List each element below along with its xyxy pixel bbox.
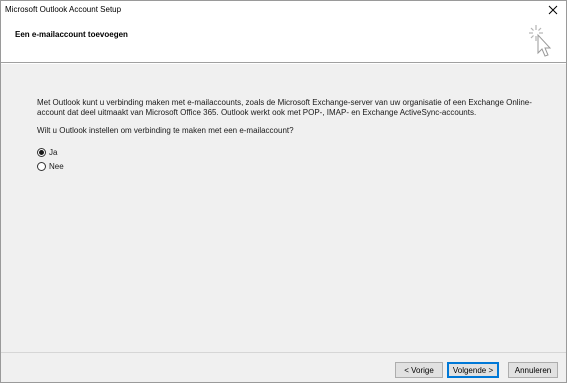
next-button[interactable]: Volgende > <box>447 362 499 378</box>
question-text: Wilt u Outlook instellen om verbinding t… <box>37 126 294 135</box>
cancel-button[interactable]: Annuleren <box>508 362 558 378</box>
close-button[interactable] <box>540 1 566 19</box>
account-setup-window: Microsoft Outlook Account Setup Een e-ma… <box>0 0 567 383</box>
title-bar: Microsoft Outlook Account Setup <box>1 1 566 19</box>
close-icon <box>548 5 558 15</box>
description-text: Met Outlook kunt u verbinding maken met … <box>37 98 532 117</box>
back-button[interactable]: < Vorige <box>395 362 443 378</box>
footer-bar: < Vorige Volgende > Annuleren <box>1 352 566 382</box>
radio-unselected-icon <box>37 162 46 171</box>
page-title: Een e-mailaccount toevoegen <box>15 30 128 39</box>
radio-selected-icon <box>37 148 46 157</box>
content-area: Met Outlook kunt u verbinding maken met … <box>1 64 566 352</box>
header-banner: Een e-mailaccount toevoegen <box>1 19 566 63</box>
option-ja-radio[interactable]: Ja <box>37 148 57 157</box>
cursor-click-icon <box>529 25 552 57</box>
window-title: Microsoft Outlook Account Setup <box>5 5 122 14</box>
option-nee-label: Nee <box>49 162 64 171</box>
option-nee-radio[interactable]: Nee <box>37 162 64 171</box>
option-ja-label: Ja <box>49 148 58 157</box>
